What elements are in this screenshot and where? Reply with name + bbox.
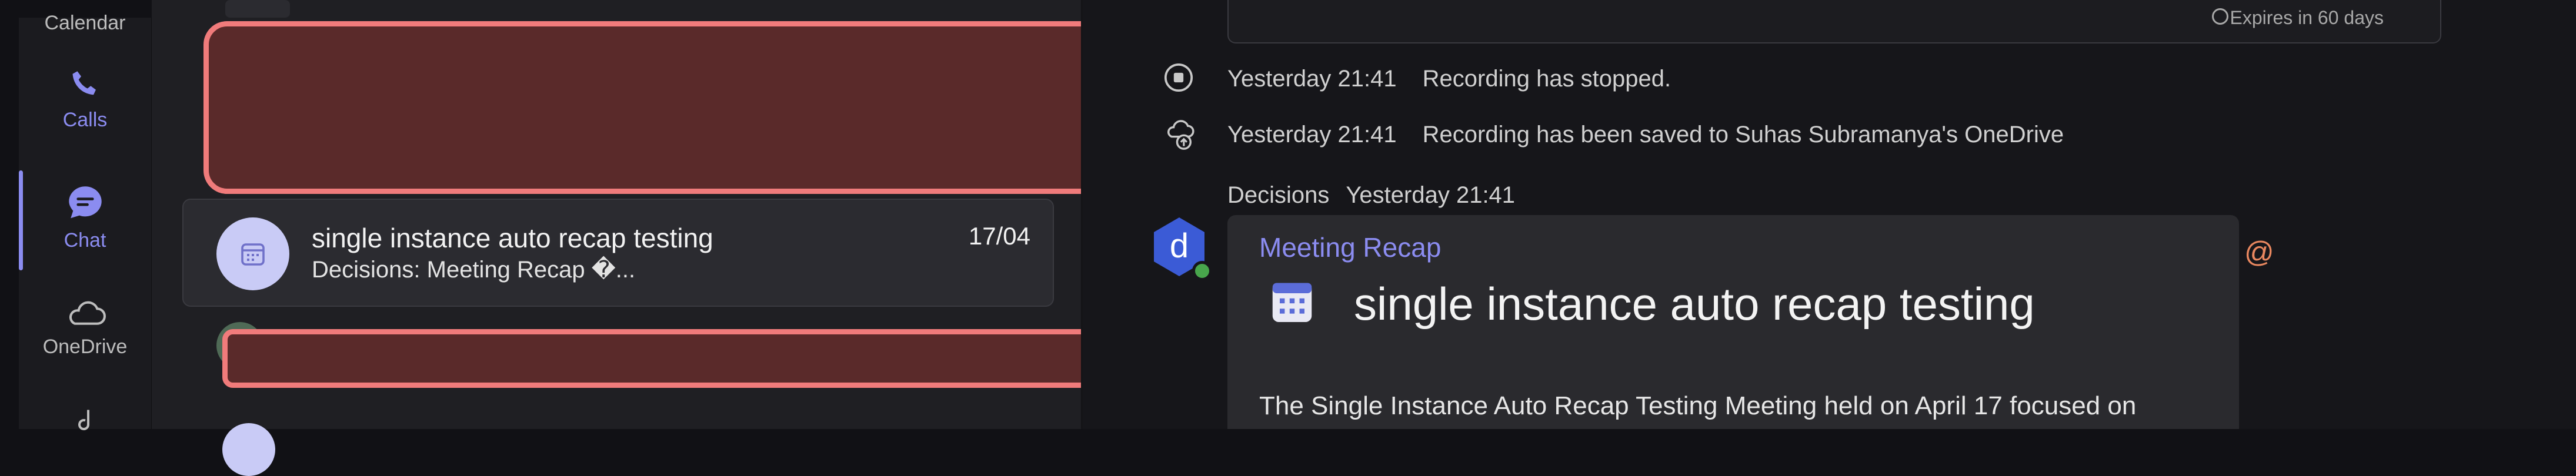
cloud-icon — [69, 301, 106, 325]
cloud-upload-icon — [1167, 120, 1194, 150]
chat-date: 17/04 — [968, 222, 1030, 250]
recording-card-partial: Expires in 60 days — [1227, 0, 2441, 43]
avatar — [222, 423, 275, 476]
chat-list-item-selected[interactable]: single instance auto recap testing 17/04… — [182, 199, 1054, 307]
avatar — [225, 0, 290, 18]
clock-icon — [2212, 8, 2228, 25]
rail-calendar[interactable]: Calendar — [19, 12, 151, 35]
rail-calendar-label: Calendar — [44, 12, 126, 34]
stop-circle-icon — [1164, 63, 1193, 92]
redacted-list-item — [222, 329, 1162, 388]
meeting-recap-card: Meeting Recap single instance auto recap… — [1227, 215, 2239, 429]
rail-calls-label: Calls — [62, 109, 108, 131]
expiry-text: Expires in 60 days — [2230, 7, 2384, 28]
meeting-avatar — [216, 217, 289, 290]
mention-icon[interactable]: @ — [2244, 235, 2274, 269]
event-recording-stopped: Yesterday 21:41 Recording has stopped. — [1227, 66, 1671, 92]
chat-preview: Decisions: Meeting Recap �... — [312, 257, 636, 283]
phone-icon — [72, 71, 96, 95]
event-time: Yesterday 21:41 — [1227, 122, 1397, 148]
recap-title: single instance auto recap testing — [1354, 278, 2035, 330]
rail-onedrive[interactable]: OneDrive — [19, 297, 151, 358]
chat-title: single instance auto recap testing — [312, 223, 713, 253]
app-rail: Calendar Calls Chat OneDrive — [19, 12, 153, 431]
message-header: Decisions Yesterday 21:41 — [1227, 182, 1515, 209]
apps-icon — [78, 410, 89, 431]
message-time: Yesterday 21:41 — [1346, 182, 1516, 208]
presence-available-icon — [1192, 261, 1212, 281]
calendar-icon — [241, 243, 265, 266]
redacted-list-item — [203, 21, 1125, 194]
event-text: Recording has been saved to Suhas Subram… — [1422, 122, 2064, 148]
app-name-link[interactable]: Meeting Recap — [1259, 232, 1441, 263]
rail-onedrive-label: OneDrive — [42, 336, 128, 358]
avatar-letter: d — [1170, 227, 1189, 265]
message-sender[interactable]: Decisions — [1227, 182, 1329, 208]
event-time: Yesterday 21:41 — [1227, 66, 1397, 92]
rail-chat-label: Chat — [64, 229, 106, 252]
event-recording-saved: Yesterday 21:41 Recording has been saved … — [1227, 122, 2064, 148]
chat-list: single instance auto recap testing 17/04… — [152, 0, 1162, 476]
rail-chat[interactable]: Chat — [19, 182, 151, 252]
chat-icon — [68, 186, 102, 219]
recap-summary: The Single Instance Auto Recap Testing M… — [1259, 391, 2137, 420]
event-text: Recording has stopped. — [1422, 66, 1671, 92]
conversation-thread: Expires in 60 days Yesterday 21:41 Record… — [1083, 0, 2576, 429]
list-item-partial[interactable] — [225, 0, 1049, 18]
calendar-icon — [1272, 283, 1312, 322]
rail-more[interactable] — [19, 408, 151, 438]
rail-calls[interactable]: Calls — [19, 68, 151, 132]
